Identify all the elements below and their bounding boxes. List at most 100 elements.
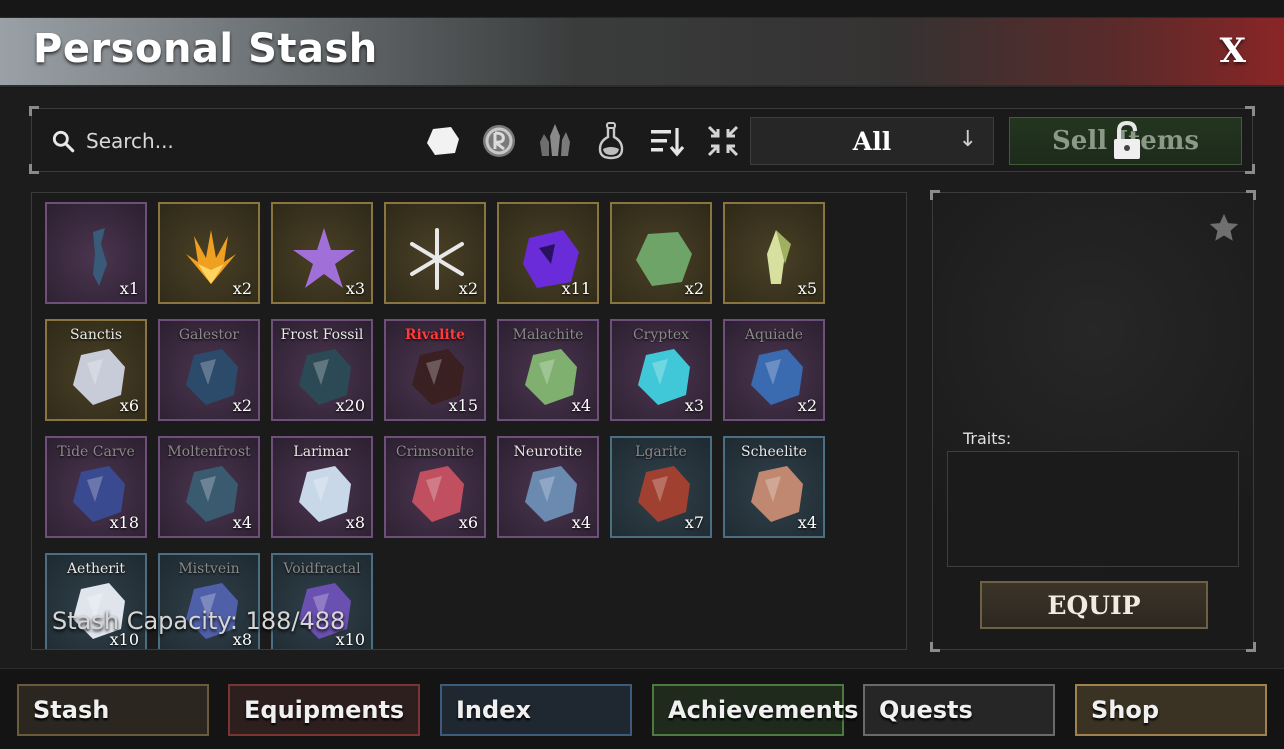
tab-stash[interactable]: Stash (17, 684, 209, 736)
filter-icons (424, 121, 742, 161)
category-selected: All (852, 126, 892, 156)
inventory-slot[interactable]: Lgarite x7 (610, 436, 712, 538)
item-name: Larimar (293, 444, 351, 460)
title-bar: Personal Stash X (0, 17, 1284, 87)
inventory-slot[interactable]: Cryptex x3 (610, 319, 712, 421)
item-quantity: x3 (345, 279, 365, 298)
star-icon[interactable] (1207, 211, 1241, 245)
inventory-slot[interactable]: Aetherit x10 (45, 553, 147, 649)
sell-items-button[interactable]: Sell Items (1009, 117, 1242, 165)
inventory-slot[interactable]: Rivalite x15 (384, 319, 486, 421)
search-input[interactable]: Search... (50, 123, 400, 159)
item-name: Cryptex (632, 327, 690, 343)
collapse-icon[interactable] (704, 122, 742, 160)
tab-index[interactable]: Index (440, 684, 632, 736)
item-name: Malachite (512, 327, 584, 343)
item-quantity: x2 (232, 279, 252, 298)
item-quantity: x15 (448, 396, 478, 415)
traits-box (947, 451, 1239, 567)
tab-equipments[interactable]: Equipments (228, 684, 420, 736)
inventory-slot[interactable]: Moltenfrost x4 (158, 436, 260, 538)
item-quantity: x2 (232, 396, 252, 415)
stash-window: Personal Stash X Search... All ↓ Sell It… (0, 0, 1284, 749)
tab-label: Equipments (244, 696, 405, 724)
inventory-slot[interactable]: Neurotite x4 (497, 436, 599, 538)
inventory-slot[interactable]: x5 (723, 202, 825, 304)
item-quantity: x4 (571, 396, 591, 415)
item-name: Mistvein (178, 561, 240, 577)
inventory-slot[interactable]: Larimar x8 (271, 436, 373, 538)
potion-filter-icon[interactable] (592, 122, 630, 160)
item-quantity: x4 (571, 513, 591, 532)
item-name: Rivalite (404, 327, 466, 343)
ore-filter-icon[interactable] (424, 122, 462, 160)
item-name: Aetherit (66, 561, 126, 577)
tab-achievements[interactable]: Achievements (652, 684, 858, 736)
stash-capacity: Stash Capacity: 188/488 (52, 607, 346, 635)
inventory-slot[interactable]: Scheelite x4 (723, 436, 825, 538)
item-quantity: x5 (797, 279, 817, 298)
arrow-down-icon: ↓ (958, 127, 977, 152)
tab-label: Stash (33, 696, 110, 724)
sort-icon[interactable] (648, 122, 686, 160)
inventory-slot[interactable]: x2 (610, 202, 712, 304)
item-name: Sanctis (69, 327, 123, 343)
toolbar: Search... All ↓ Sell Items (29, 106, 1255, 174)
tab-shop[interactable]: Shop (1075, 684, 1267, 736)
main-body: Search... All ↓ Sell Items x1 x2 x3 x2 x… (0, 88, 1284, 668)
item-name: Galestor (178, 327, 240, 343)
lock-icon (1114, 120, 1140, 159)
inventory-panel: x1 x2 x3 x2 x11 x2 x5 Sanctis x6 Galestor x2 Frost … (31, 192, 907, 650)
item-name: Aquiade (744, 327, 804, 343)
item-quantity: x6 (458, 513, 478, 532)
item-quantity: x2 (797, 396, 817, 415)
inventory-slot[interactable]: Tide Carve x18 (45, 436, 147, 538)
equip-label: EQUIP (1047, 590, 1141, 620)
item-quantity: x7 (684, 513, 704, 532)
tab-label: Quests (879, 696, 973, 724)
rune-filter-icon[interactable] (480, 122, 518, 160)
tab-quests[interactable]: Quests (863, 684, 1055, 736)
item-quantity: x11 (561, 279, 591, 298)
item-name: Tide Carve (57, 444, 135, 460)
inventory-slot[interactable]: Crimsonite x6 (384, 436, 486, 538)
item-name: Scheelite (741, 444, 807, 460)
item-name: Frost Fossil (280, 327, 364, 343)
item-quantity: x8 (345, 513, 365, 532)
inventory-slot[interactable]: x1 (45, 202, 147, 304)
item-quantity: x3 (684, 396, 704, 415)
item-quantity: x2 (684, 279, 704, 298)
search-placeholder: Search... (86, 129, 174, 153)
item-name: Crimsonite (395, 444, 475, 460)
inventory-slot[interactable]: Mistvein x8 (158, 553, 260, 649)
item-detail-panel: Traits: EQUIP (930, 190, 1256, 652)
tab-label: Index (456, 696, 531, 724)
item-name: Neurotite (513, 444, 583, 460)
category-dropdown[interactable]: All ↓ (750, 117, 994, 165)
item-quantity: x18 (109, 513, 139, 532)
inventory-slot[interactable]: Sanctis x6 (45, 319, 147, 421)
item-quantity: x2 (458, 279, 478, 298)
traits-label: Traits: (963, 429, 1012, 448)
inventory-slot[interactable]: Aquiade x2 (723, 319, 825, 421)
item-quantity: x6 (119, 396, 139, 415)
inventory-slot[interactable]: x2 (158, 202, 260, 304)
item-quantity: x1 (119, 279, 139, 298)
inventory-slot[interactable]: Voidfractal x10 (271, 553, 373, 649)
inventory-slot[interactable]: Frost Fossil x20 (271, 319, 373, 421)
inventory-slot[interactable]: x2 (384, 202, 486, 304)
inventory-slot[interactable]: x3 (271, 202, 373, 304)
inventory-slot[interactable]: Galestor x2 (158, 319, 260, 421)
crystal-filter-icon[interactable] (536, 122, 574, 160)
window-title: Personal Stash (33, 26, 378, 72)
equip-button[interactable]: EQUIP (980, 581, 1208, 629)
tab-label: Shop (1091, 696, 1160, 724)
bottom-nav: Stash Equipments Index Achievements Ques… (0, 668, 1284, 749)
item-name: Moltenfrost (167, 444, 251, 460)
inventory-slot[interactable]: Malachite x4 (497, 319, 599, 421)
item-quantity: x20 (335, 396, 365, 415)
search-icon (52, 130, 75, 153)
item-quantity: x4 (797, 513, 817, 532)
close-button[interactable]: X (1220, 31, 1246, 71)
inventory-slot[interactable]: x11 (497, 202, 599, 304)
